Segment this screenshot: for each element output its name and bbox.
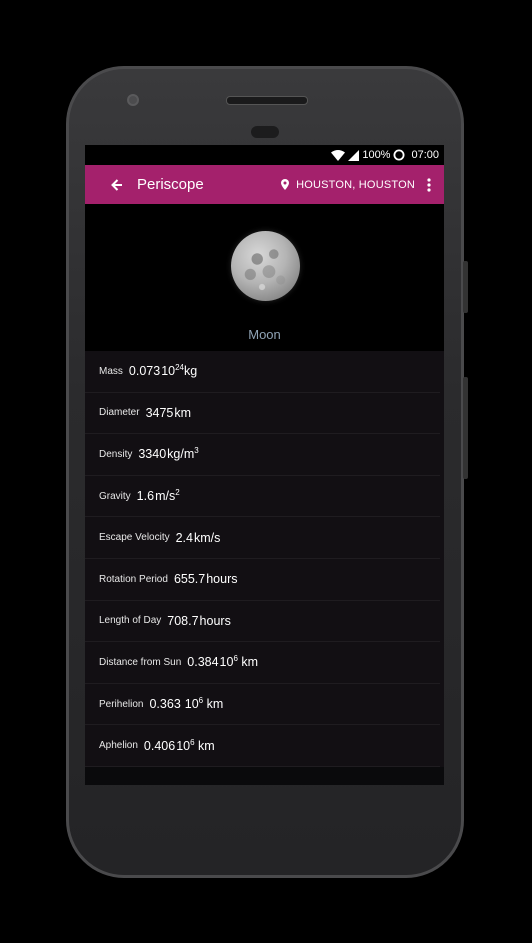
property-row: Length of Day 708.7 hours: [85, 601, 440, 643]
volume-button: [463, 377, 468, 479]
property-value: 3475: [145, 405, 174, 420]
property-unit: 1024kg: [161, 363, 198, 379]
unit-base: 10: [176, 738, 191, 753]
property-unit: 106 km: [184, 696, 224, 712]
property-unit: km: [174, 406, 191, 420]
battery-percent: 100%: [362, 149, 391, 161]
property-label: Length of Day: [99, 615, 162, 627]
unit-base: 10: [219, 655, 234, 670]
property-row: Density 3340 kg/m3: [85, 434, 440, 476]
property-value: 1.6: [136, 489, 155, 504]
clock: 07:00: [411, 149, 439, 161]
unit-suffix: km: [203, 697, 224, 712]
overflow-menu-button[interactable]: [417, 170, 441, 200]
arrow-left-icon: [111, 178, 122, 191]
property-value: 0.384: [187, 655, 219, 670]
body-name: Moon: [248, 327, 281, 342]
property-row: Escape Velocity 2.4 km/s: [85, 517, 440, 559]
app-title: Periscope: [137, 176, 204, 193]
signal-icon: [348, 149, 360, 161]
unit-exponent: 3: [194, 446, 199, 456]
earpiece-speaker: [226, 96, 308, 105]
map-pin-icon: [281, 179, 290, 190]
moon-image: [231, 231, 300, 301]
property-label: Density: [99, 448, 133, 460]
location-selector[interactable]: HOUSTON, HOUSTON: [281, 179, 415, 191]
property-label: Mass: [99, 365, 123, 377]
location-label: HOUSTON, HOUSTON: [296, 178, 415, 191]
back-button[interactable]: [107, 175, 127, 195]
unit-exponent: 24: [175, 363, 184, 373]
unit-base: kg/m: [167, 447, 195, 462]
property-row: Mass 0.073 1024kg: [85, 351, 440, 393]
property-row: Aphelion 0.406 106 km: [85, 725, 440, 767]
property-value: 2.4: [175, 530, 193, 545]
property-value: 655.7: [173, 572, 206, 587]
property-unit: 106 km: [176, 738, 215, 753]
property-unit: 106 km: [219, 655, 259, 670]
property-value: 0.073: [128, 364, 161, 379]
wifi-icon: [331, 149, 346, 161]
power-button: [463, 261, 468, 313]
property-value: 0.363: [149, 697, 181, 712]
unit-suffix: km: [237, 655, 259, 670]
property-label: Perihelion: [99, 698, 144, 710]
property-value: 0.406: [143, 738, 176, 753]
property-label: Rotation Period: [99, 573, 168, 585]
app-bar: Periscope HOUSTON, HOUSTON: [85, 165, 444, 204]
property-row: Perihelion 0.363 106 km: [85, 684, 440, 726]
property-unit: kg/m3: [167, 446, 199, 462]
property-label: Gravity: [99, 490, 131, 502]
unit-base: m/s: [155, 489, 176, 504]
unit-base: 10: [161, 364, 176, 379]
unit-exponent: 2: [175, 487, 180, 497]
property-row: Diameter 3475 km: [85, 393, 440, 435]
property-value: 3340: [138, 447, 167, 462]
unit-suffix: kg: [184, 364, 198, 379]
property-label: Aphelion: [99, 740, 138, 752]
properties-list[interactable]: Mass 0.073 1024kg Diameter 3475 km Density 3340…: [85, 351, 444, 767]
property-label: Distance from Sun: [99, 656, 182, 668]
property-row: Rotation Period 655.7 hours: [85, 559, 440, 601]
property-unit: km/s: [194, 531, 220, 545]
unit-base: hours: [206, 572, 238, 587]
property-row: Gravity 1.6 m/s2: [85, 476, 440, 518]
property-unit: hours: [206, 572, 237, 586]
front-camera: [127, 94, 139, 106]
property-label: Escape Velocity: [99, 532, 170, 544]
proximity-sensor: [251, 126, 279, 138]
unit-base: hours: [199, 613, 231, 628]
unit-base: km: [174, 405, 192, 420]
property-unit: m/s2: [155, 487, 180, 504]
property-value: 708.7: [167, 613, 199, 628]
body-header: Moon: [85, 204, 444, 351]
status-bar: 100% 07:00: [85, 145, 444, 165]
screen: 100% 07:00 Periscope HOUSTON, HOUSTON Mo…: [85, 145, 444, 785]
battery-icon: [393, 149, 405, 161]
unit-base: 10: [184, 697, 199, 712]
property-label: Diameter: [99, 407, 140, 419]
more-vert-icon: [427, 177, 431, 192]
unit-suffix: km: [194, 738, 215, 753]
property-row: Distance from Sun 0.384 106 km: [85, 642, 440, 684]
unit-base: km/s: [194, 530, 221, 545]
property-unit: hours: [200, 614, 231, 628]
